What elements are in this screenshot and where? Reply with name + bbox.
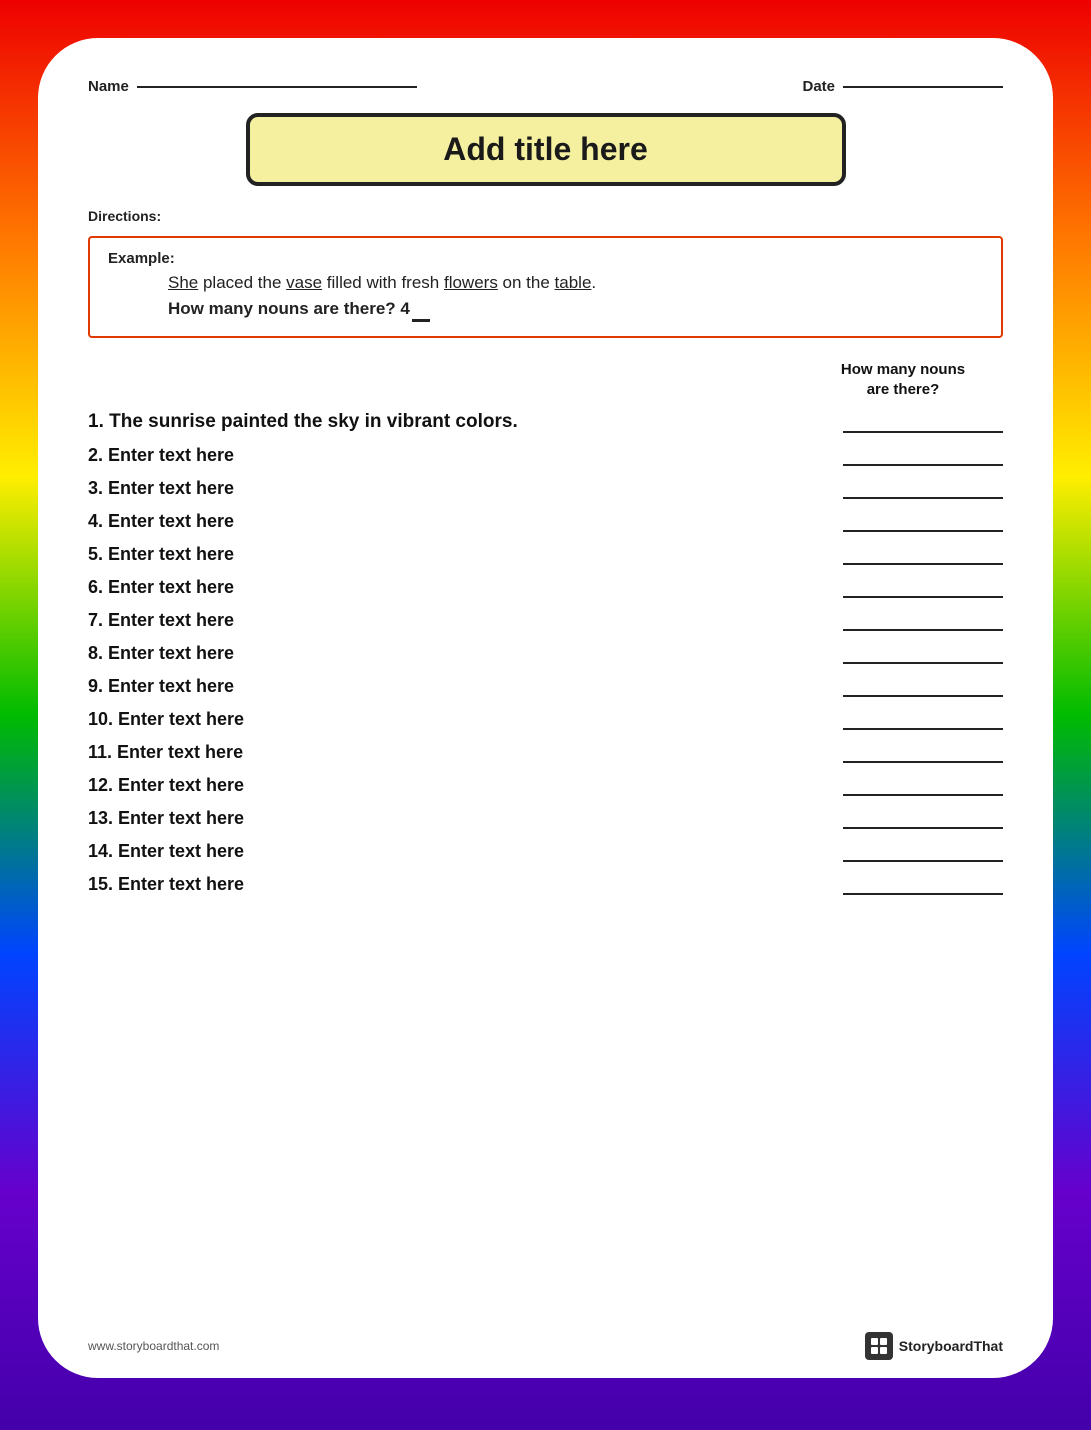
list-item-text: 11. Enter text here [88, 742, 843, 763]
name-underline [137, 86, 417, 88]
date-field: Date [802, 78, 1003, 95]
items-list: 1. The sunrise painted the sky in vibran… [88, 403, 1003, 899]
list-item-text: 14. Enter text here [88, 841, 843, 862]
list-item: 1. The sunrise painted the sky in vibran… [88, 403, 1003, 437]
list-item: 13. Enter text here [88, 800, 1003, 833]
noun-vase: vase [286, 273, 322, 292]
list-item: 2. Enter text here [88, 437, 1003, 470]
example-sentence: She placed the vase filled with fresh fl… [168, 273, 983, 293]
answer-line[interactable] [843, 559, 1003, 565]
title-text: Add title here [443, 131, 647, 167]
answer-line[interactable] [843, 790, 1003, 796]
answer-line[interactable] [843, 889, 1003, 895]
list-item: 7. Enter text here [88, 602, 1003, 635]
footer-logo: StoryboardThat [865, 1332, 1003, 1360]
answer-line[interactable] [843, 460, 1003, 466]
footer-logo-icon [865, 1332, 893, 1360]
answer-line[interactable] [843, 691, 1003, 697]
answer-line[interactable] [843, 493, 1003, 499]
footer-url: www.storyboardthat.com [88, 1339, 219, 1353]
noun-she: She [168, 273, 198, 292]
list-item: 12. Enter text here [88, 767, 1003, 800]
answer-line[interactable] [843, 724, 1003, 730]
list-item: 14. Enter text here [88, 833, 1003, 866]
cloud-top-decoration [38, 38, 1053, 68]
list-item: 9. Enter text here [88, 668, 1003, 701]
header-row: Name Date [88, 68, 1003, 95]
example-question-text: How many nouns are there? 4 [168, 299, 410, 318]
list-item-text: 3. Enter text here [88, 478, 843, 499]
storyboard-icon [869, 1336, 889, 1356]
column-header: How many nounsare there? [823, 360, 983, 399]
answer-line[interactable] [843, 526, 1003, 532]
list-item: 11. Enter text here [88, 734, 1003, 767]
list-item: 4. Enter text here [88, 503, 1003, 536]
list-item-text: 8. Enter text here [88, 643, 843, 664]
list-item-text: 4. Enter text here [88, 511, 843, 532]
name-label: Name [88, 78, 129, 95]
list-item-text: 2. Enter text here [88, 445, 843, 466]
list-item-text: 1. The sunrise painted the sky in vibran… [88, 411, 843, 433]
noun-flowers: flowers [444, 273, 498, 292]
answer-line[interactable] [843, 625, 1003, 631]
answer-line[interactable] [843, 592, 1003, 598]
list-item: 5. Enter text here [88, 536, 1003, 569]
list-item-text: 12. Enter text here [88, 775, 843, 796]
footer: www.storyboardthat.com StoryboardThat [88, 1332, 1003, 1360]
answer-line[interactable] [843, 823, 1003, 829]
name-field: Name [88, 78, 417, 95]
list-item-text: 13. Enter text here [88, 808, 843, 829]
answer-line[interactable] [843, 757, 1003, 763]
list-item: 10. Enter text here [88, 701, 1003, 734]
list-item-text: 10. Enter text here [88, 709, 843, 730]
list-item-text: 9. Enter text here [88, 676, 843, 697]
example-answer-underline [412, 299, 430, 322]
inner-page: Name Date Add title here Directions: Exa… [38, 38, 1053, 1378]
list-item-text: 5. Enter text here [88, 544, 843, 565]
list-item-text: 6. Enter text here [88, 577, 843, 598]
list-item: 8. Enter text here [88, 635, 1003, 668]
answer-line[interactable] [843, 658, 1003, 664]
list-item-text: 15. Enter text here [88, 874, 843, 895]
noun-table: table [555, 273, 592, 292]
footer-logo-text: StoryboardThat [899, 1338, 1003, 1354]
list-item-text: 7. Enter text here [88, 610, 843, 631]
list-item: 3. Enter text here [88, 470, 1003, 503]
date-underline [843, 86, 1003, 88]
list-item: 6. Enter text here [88, 569, 1003, 602]
example-question: How many nouns are there? 4 [168, 299, 983, 322]
column-header-row: How many nounsare there? [88, 360, 1003, 399]
title-box[interactable]: Add title here [246, 113, 846, 186]
date-label: Date [802, 78, 835, 95]
answer-line[interactable] [843, 427, 1003, 433]
example-box: Example: She placed the vase filled with… [88, 236, 1003, 338]
answer-line[interactable] [843, 856, 1003, 862]
directions-label: Directions: [88, 208, 1003, 224]
example-label: Example: [108, 250, 983, 267]
list-item: 15. Enter text here [88, 866, 1003, 899]
